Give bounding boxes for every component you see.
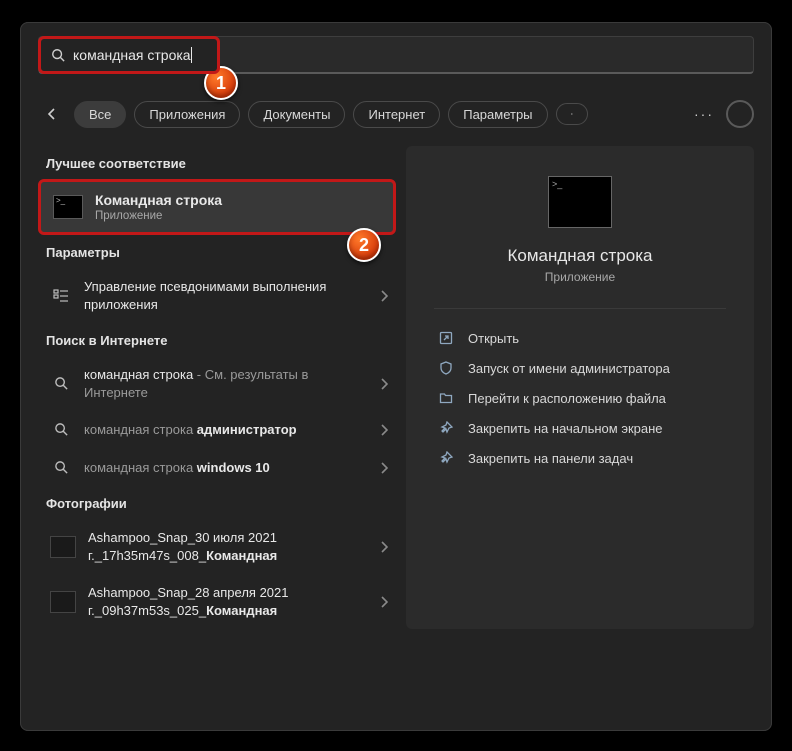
best-match-title: Командная строка — [95, 192, 222, 208]
filter-documents[interactable]: Документы — [248, 101, 345, 128]
web-result-3-text: командная строка windows 10 — [84, 459, 368, 477]
chevron-right-icon — [380, 541, 388, 553]
start-search-panel: командная строка Все Приложения Документ… — [20, 22, 772, 731]
section-photos: Фотографии — [46, 496, 396, 511]
web-result-3[interactable]: командная строка windows 10 — [38, 449, 396, 487]
web-result-1-text: командная строка - См. результаты в Инте… — [84, 366, 368, 401]
search-row: командная строка — [38, 36, 754, 74]
pin-icon — [438, 450, 454, 466]
action-open[interactable]: Открыть — [434, 323, 726, 353]
search-icon — [54, 460, 69, 475]
action-run-admin-label: Запуск от имени администратора — [468, 361, 670, 376]
preview-pane: Командная строка Приложение Открыть Запу… — [406, 146, 754, 629]
divider — [434, 308, 726, 309]
filter-settings[interactable]: Параметры — [448, 101, 547, 128]
action-pin-taskbar[interactable]: Закрепить на панели задач — [434, 443, 726, 473]
filter-apps[interactable]: Приложения — [134, 101, 240, 128]
results-list: Лучшее соответствие Командная строка При… — [38, 146, 396, 629]
photo-thumb — [50, 536, 76, 558]
section-parameters: Параметры — [46, 245, 396, 260]
photo-result-1-text: Ashampoo_Snap_30 июля 2021 г._17h35m47s_… — [88, 529, 368, 564]
filter-web[interactable]: Интернет — [353, 101, 440, 128]
text-caret — [191, 47, 192, 63]
filter-more[interactable] — [556, 103, 588, 125]
action-run-admin[interactable]: Запуск от имени администратора — [434, 353, 726, 383]
section-best-match: Лучшее соответствие — [46, 156, 396, 171]
folder-icon — [438, 390, 454, 406]
cmd-icon — [53, 195, 83, 219]
chevron-right-icon — [380, 424, 388, 436]
action-pin-start[interactable]: Закрепить на начальном экране — [434, 413, 726, 443]
arrow-left-icon — [44, 106, 60, 122]
web-result-1[interactable]: командная строка - См. результаты в Инте… — [38, 356, 396, 411]
chevron-right-icon — [380, 596, 388, 608]
annotation-badge-2: 2 — [347, 228, 381, 262]
search-box-highlight[interactable]: командная строка — [38, 36, 220, 74]
action-open-label: Открыть — [468, 331, 519, 346]
chevron-right-icon — [380, 290, 388, 302]
chevron-right-icon — [380, 462, 388, 474]
search-icon — [54, 422, 69, 437]
back-button[interactable] — [38, 100, 66, 128]
open-icon — [438, 330, 454, 346]
section-web-search: Поиск в Интернете — [46, 333, 396, 348]
photo-result-1[interactable]: Ashampoo_Snap_30 июля 2021 г._17h35m47s_… — [38, 519, 396, 574]
search-input[interactable]: командная строка — [73, 47, 191, 63]
preview-title: Командная строка — [507, 246, 652, 266]
web-result-2[interactable]: командная строка администратор — [38, 411, 396, 449]
chevron-right-icon — [380, 378, 388, 390]
settings-list-icon — [50, 288, 72, 304]
search-icon — [54, 376, 69, 391]
profile-button[interactable] — [726, 100, 754, 128]
action-open-location-label: Перейти к расположению файла — [468, 391, 666, 406]
pin-icon — [438, 420, 454, 436]
settings-alias-label: Управление псевдонимами выполнения прило… — [84, 278, 368, 313]
search-icon — [51, 48, 65, 62]
action-open-location[interactable]: Перейти к расположению файла — [434, 383, 726, 413]
shield-icon — [438, 360, 454, 376]
filter-all[interactable]: Все — [74, 101, 126, 128]
action-pin-start-label: Закрепить на начальном экране — [468, 421, 663, 436]
web-result-2-text: командная строка администратор — [84, 421, 368, 439]
filter-row: Все Приложения Документы Интернет Параме… — [38, 100, 754, 128]
best-match-item[interactable]: Командная строка Приложение — [38, 179, 396, 235]
preview-subtitle: Приложение — [545, 270, 615, 284]
action-pin-taskbar-label: Закрепить на панели задач — [468, 451, 633, 466]
preview-icon — [548, 176, 612, 228]
best-match-subtitle: Приложение — [95, 210, 222, 222]
play-icon — [571, 109, 573, 119]
photo-result-2-text: Ashampoo_Snap_28 апреля 2021 г._09h37m53… — [88, 584, 368, 619]
more-button[interactable]: ··· — [690, 100, 718, 128]
settings-alias-row[interactable]: Управление псевдонимами выполнения прило… — [38, 268, 396, 323]
photo-result-2[interactable]: Ashampoo_Snap_28 апреля 2021 г._09h37m53… — [38, 574, 396, 629]
photo-thumb — [50, 591, 76, 613]
